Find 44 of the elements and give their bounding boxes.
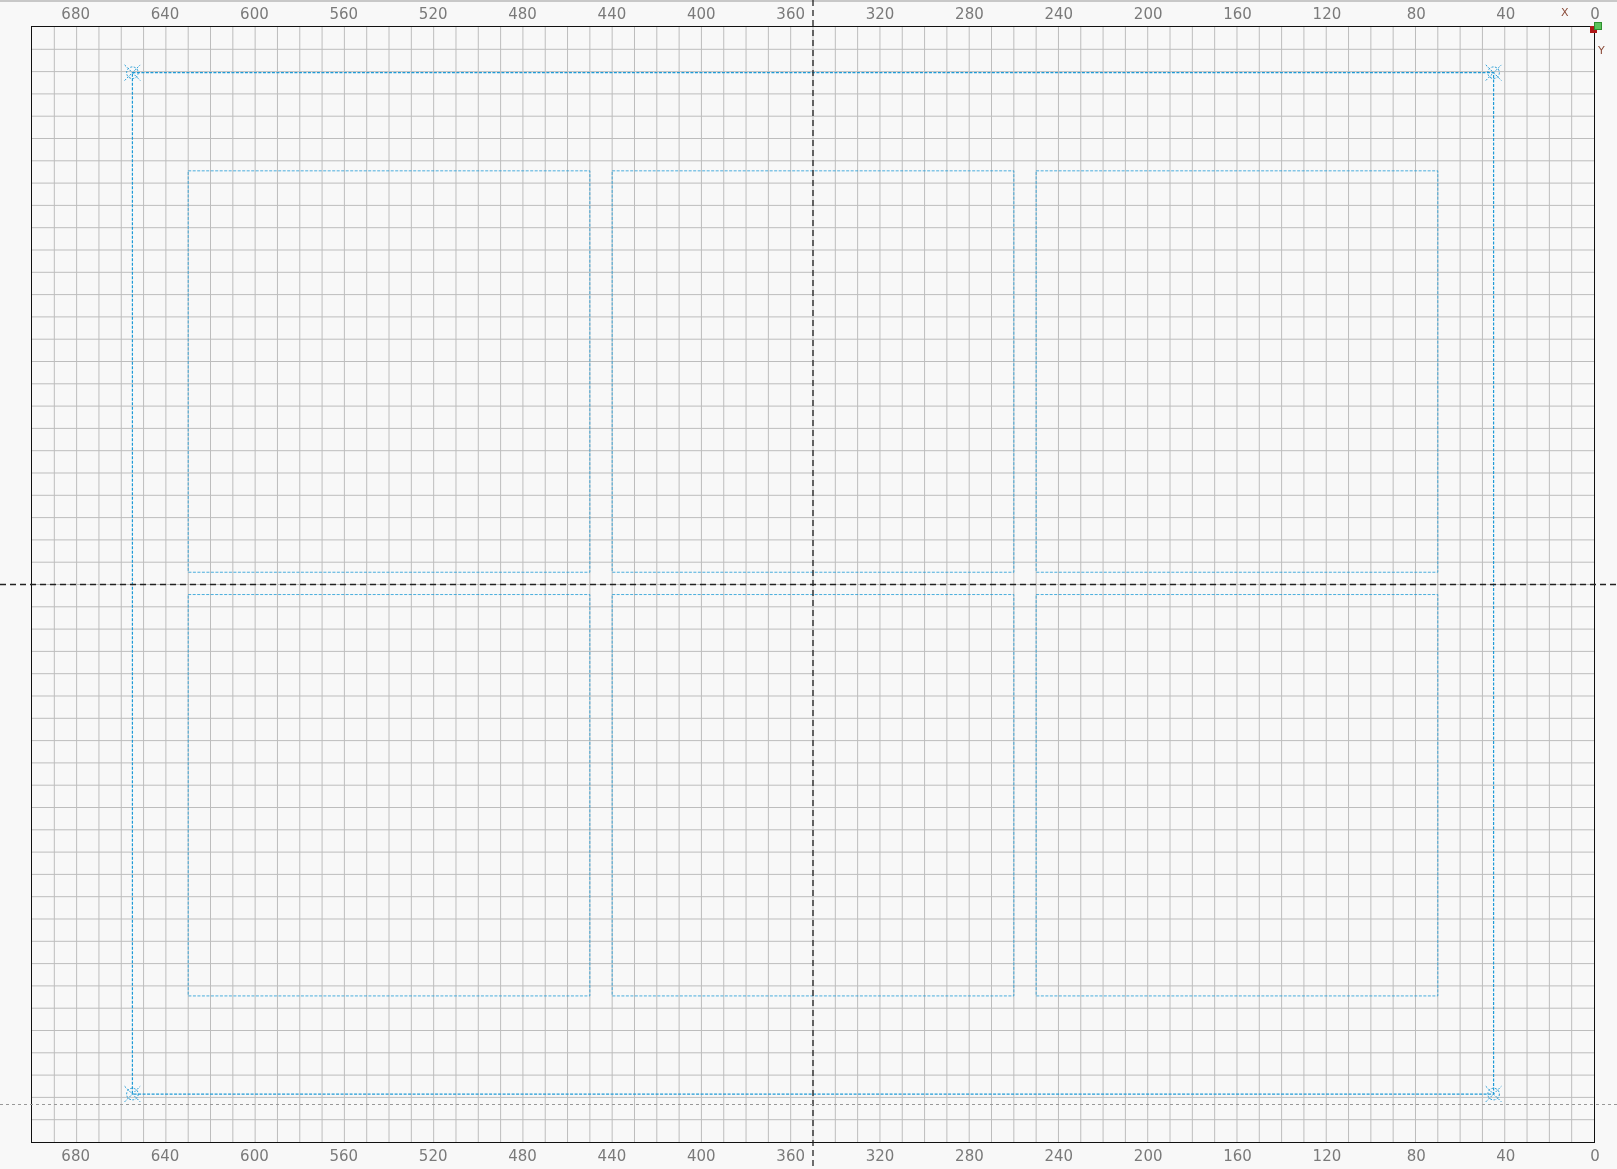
ruler-label: 160 [1223, 1147, 1252, 1165]
ruler-label: 320 [865, 5, 895, 23]
ruler-label: 360 [776, 1147, 805, 1165]
ruler-label: 280 [955, 5, 984, 23]
ruler-label: 480 [508, 1147, 537, 1165]
ruler-label: 520 [418, 5, 448, 23]
ruler-label: 40 [1496, 1147, 1516, 1165]
ruler-label: 680 [61, 1147, 90, 1165]
ruler-label: 680 [61, 5, 90, 23]
ruler-label: 440 [597, 5, 627, 23]
corner-marker-icon[interactable] [1485, 1085, 1502, 1103]
ruler-label: 80 [1406, 1147, 1426, 1165]
ruler-label: 480 [508, 5, 537, 23]
ruler-label: 400 [687, 5, 716, 23]
axis-label: X [1561, 6, 1569, 19]
ruler-label: 600 [240, 1147, 269, 1165]
corner-marker-icon[interactable] [124, 1085, 141, 1103]
origin-marker-icon [1590, 22, 1602, 33]
ruler-label: 240 [1044, 5, 1074, 23]
corner-marker-icon[interactable] [124, 64, 141, 81]
ruler-label: 560 [329, 1147, 359, 1165]
axis-label: Y [1598, 44, 1605, 57]
ruler-label: 200 [1133, 5, 1163, 23]
ruler-label: 640 [150, 1147, 180, 1165]
guide-line[interactable] [0, 583, 1617, 586]
ruler-label: 400 [687, 1147, 716, 1165]
ruler-label: 120 [1312, 5, 1342, 23]
ruler-label: 0 [1590, 5, 1600, 23]
ruler-label: 560 [329, 5, 359, 23]
ruler-label: 440 [597, 1147, 627, 1165]
ruler-label: 360 [776, 5, 805, 23]
ruler-label: 0 [1590, 1147, 1600, 1165]
ruler-label: 80 [1406, 5, 1426, 23]
ruler-label: 240 [1044, 1147, 1074, 1165]
ruler-label: 200 [1133, 1147, 1163, 1165]
ruler-label: 160 [1223, 5, 1252, 23]
corner-marker-icon[interactable] [1485, 64, 1502, 81]
ruler-label: 280 [955, 1147, 984, 1165]
ruler-label: 40 [1496, 5, 1516, 23]
ruler-label: 120 [1312, 1147, 1342, 1165]
ruler-label: 520 [418, 1147, 448, 1165]
ruler-label: 640 [150, 5, 180, 23]
ruler-label: 320 [865, 1147, 895, 1165]
ruler-label: 600 [240, 5, 269, 23]
